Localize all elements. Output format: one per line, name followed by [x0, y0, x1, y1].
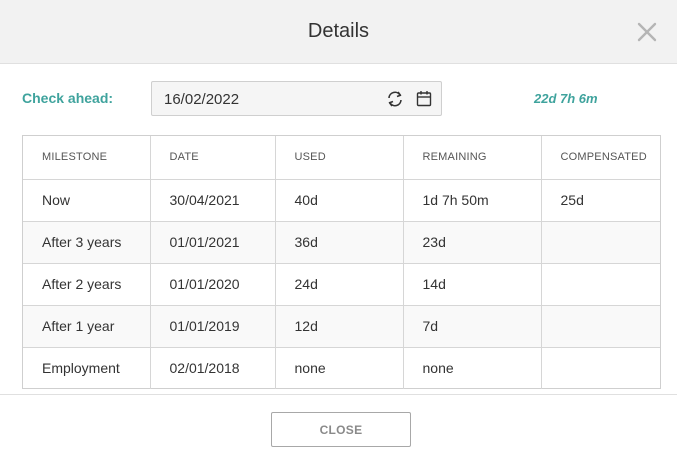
close-icon[interactable]: [636, 21, 658, 43]
date-cell: 01/01/2020: [150, 263, 276, 306]
used-cell: 24d: [275, 263, 404, 306]
column-header-milestone: MILESTONE: [23, 136, 151, 180]
table-header-row: MILESTONE DATE USED REMAINING COMPENSATE…: [23, 136, 660, 180]
remaining-cell: 7d: [403, 305, 542, 348]
remaining-cell: 14d: [403, 263, 542, 306]
reset-icon[interactable]: [386, 90, 404, 108]
used-cell: none: [275, 347, 404, 389]
check-ahead-result: 22d 7h 6m: [534, 91, 598, 106]
close-button[interactable]: CLOSE: [271, 412, 411, 447]
dialog-footer: CLOSE: [0, 394, 677, 459]
milestone-cell: Employment: [23, 347, 151, 389]
column-header-remaining: REMAINING: [403, 136, 542, 180]
used-cell: 40d: [275, 179, 404, 222]
milestones-table: MILESTONE DATE USED REMAINING COMPENSATE…: [22, 135, 661, 389]
used-cell: 36d: [275, 221, 404, 264]
details-dialog: Details Check ahead: 22d 7h 6m: [0, 0, 677, 459]
remaining-cell: 1d 7h 50m: [403, 179, 542, 222]
check-ahead-label: Check ahead:: [22, 90, 114, 106]
compensated-cell: [541, 347, 660, 389]
used-cell: 12d: [275, 305, 404, 348]
date-cell: 30/04/2021: [150, 179, 276, 222]
milestone-cell: After 3 years: [23, 221, 151, 264]
milestone-cell: Now: [23, 179, 151, 222]
remaining-cell: 23d: [403, 221, 542, 264]
date-cell: 01/01/2021: [150, 221, 276, 264]
table-row: After 1 year 01/01/2019 12d 7d: [23, 305, 660, 348]
milestone-cell: After 1 year: [23, 305, 151, 348]
dialog-title: Details: [307, 20, 370, 42]
compensated-cell: [541, 263, 660, 306]
compensated-cell: [541, 221, 660, 264]
date-cell: 01/01/2019: [150, 305, 276, 348]
date-cell: 02/01/2018: [150, 347, 276, 389]
table-row: After 3 years 01/01/2021 36d 23d: [23, 221, 660, 264]
check-ahead-date-field[interactable]: [151, 81, 442, 116]
column-header-compensated: COMPENSATED: [541, 136, 660, 180]
compensated-cell: [541, 305, 660, 348]
column-header-used: USED: [275, 136, 404, 180]
table-row: Employment 02/01/2018 none none: [23, 347, 660, 389]
column-header-date: DATE: [150, 136, 276, 180]
dialog-header: Details: [0, 0, 677, 64]
check-ahead-date-input[interactable]: [164, 90, 374, 108]
table-row: After 2 years 01/01/2020 24d 14d: [23, 263, 660, 306]
remaining-cell: none: [403, 347, 542, 389]
table-row: Now 30/04/2021 40d 1d 7h 50m 25d: [23, 179, 660, 222]
calendar-icon[interactable]: [416, 90, 432, 107]
compensated-cell: 25d: [541, 179, 660, 222]
milestone-cell: After 2 years: [23, 263, 151, 306]
